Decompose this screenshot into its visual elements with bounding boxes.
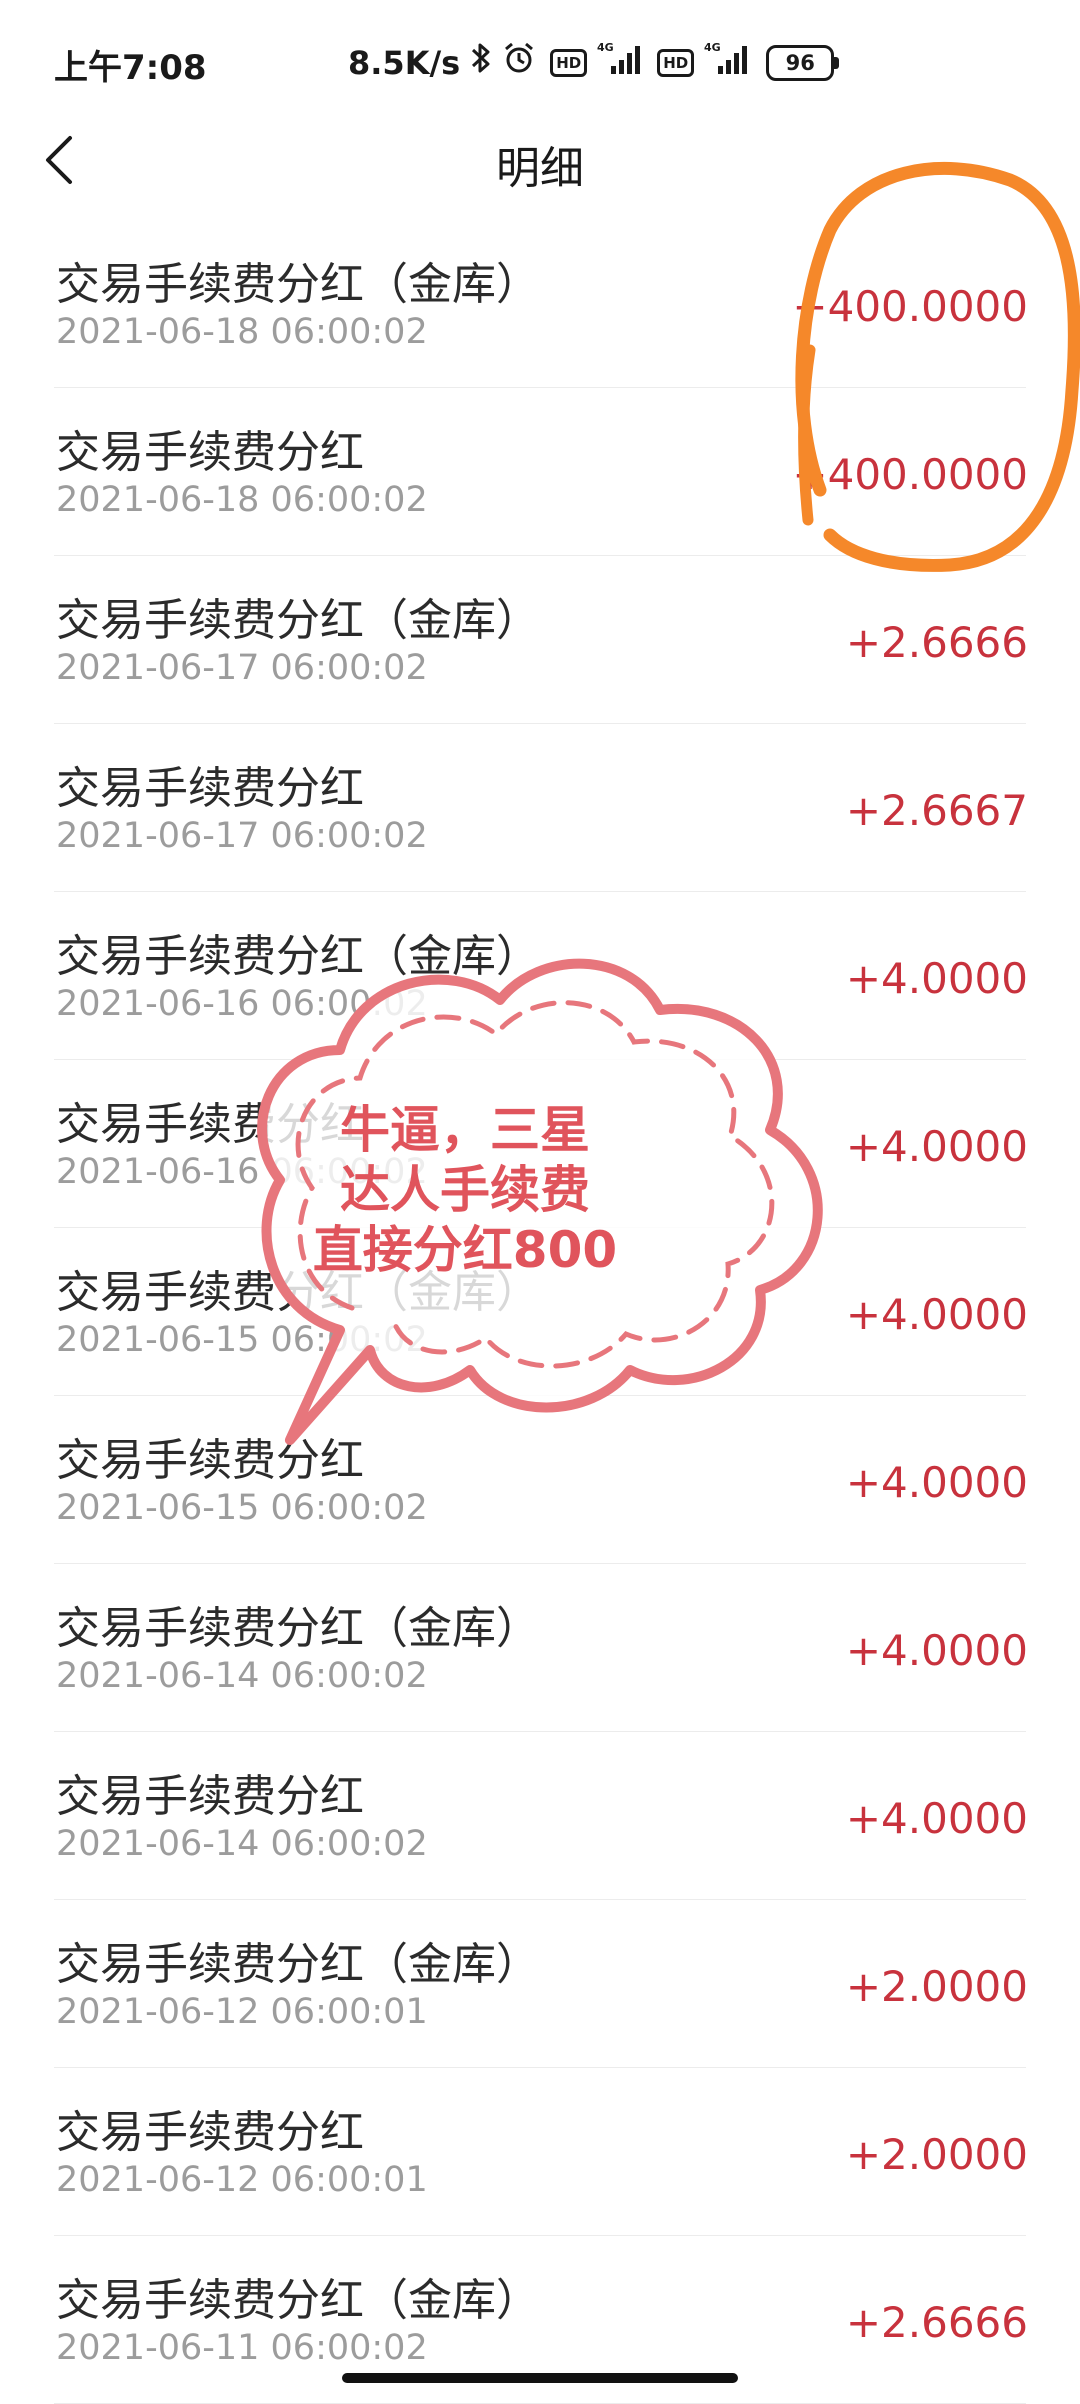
- list-item[interactable]: 交易手续费分红（金库） 2021-06-14 06:00:02 +4.0000: [54, 1564, 1028, 1732]
- transaction-time: 2021-06-12 06:00:01: [56, 2160, 428, 2200]
- transaction-amount: +2.0000: [845, 2129, 1028, 2179]
- transaction-amount: +2.6666: [845, 617, 1028, 667]
- transaction-list: 交易手续费分红（金库） 2021-06-18 06:00:02 +400.000…: [0, 220, 1080, 2404]
- transaction-title: 交易手续费分红（金库）: [56, 2275, 540, 2326]
- transaction-amount: +2.6667: [845, 785, 1028, 835]
- transaction-time: 2021-06-15 06:00:02: [56, 1320, 428, 1360]
- list-item[interactable]: 交易手续费分红 2021-06-12 06:00:01 +2.0000: [54, 2068, 1028, 2236]
- list-item[interactable]: 交易手续费分红（金库） 2021-06-17 06:00:02 +2.6666: [54, 556, 1028, 724]
- battery-tip: [834, 56, 840, 69]
- list-item[interactable]: 交易手续费分红（金库） 2021-06-12 06:00:01 +2.0000: [54, 1900, 1028, 2068]
- battery-level: 96: [766, 44, 835, 81]
- sticker-line: 直接分红800: [312, 1221, 618, 1279]
- network-label: 4G: [704, 41, 721, 54]
- transaction-time: 2021-06-14 06:00:02: [56, 1824, 428, 1864]
- transaction-title: 交易手续费分红（金库）: [56, 1603, 540, 1654]
- status-time: 上午7:08: [54, 48, 207, 88]
- transaction-title: 交易手续费分红: [56, 1771, 364, 1822]
- transaction-amount: +400.0000: [792, 449, 1028, 499]
- transaction-title: 交易手续费分红: [56, 763, 364, 814]
- transaction-amount: +4.0000: [845, 1457, 1028, 1507]
- transaction-title: 交易手续费分红（金库）: [56, 259, 540, 310]
- hd-badge: HD: [657, 48, 695, 77]
- transaction-time: 2021-06-18 06:00:02: [56, 480, 428, 520]
- transaction-time: 2021-06-18 06:00:02: [56, 312, 428, 352]
- transaction-time: 2021-06-14 06:00:02: [56, 1656, 428, 1696]
- bluetooth-icon: [470, 41, 492, 84]
- status-icons: 8.5K/s HD 4G HD 4G 96: [348, 40, 840, 85]
- transaction-amount: +4.0000: [845, 1793, 1028, 1843]
- alarm-icon: [502, 41, 536, 84]
- transaction-time: 2021-06-15 06:00:02: [56, 1488, 428, 1528]
- transaction-amount: +400.0000: [792, 281, 1028, 331]
- network-label: 4G: [597, 41, 614, 54]
- transaction-title: 交易手续费分红: [56, 2107, 364, 2158]
- sticker-line: 达人手续费: [340, 1161, 590, 1219]
- signal-4g-icon: 4G: [597, 40, 643, 85]
- list-item[interactable]: 交易手续费分红（金库） 2021-06-18 06:00:02 +400.000…: [54, 220, 1028, 388]
- network-speed: 8.5K/s: [348, 43, 461, 82]
- transaction-amount: +2.0000: [845, 1961, 1028, 2011]
- sticker-text: 牛逼，三星 达人手续费 直接分红800: [230, 1100, 700, 1280]
- list-item[interactable]: 交易手续费分红 2021-06-14 06:00:02 +4.0000: [54, 1732, 1028, 1900]
- transaction-amount: +4.0000: [845, 1121, 1028, 1171]
- transaction-title: 交易手续费分红: [56, 427, 364, 478]
- list-item[interactable]: 交易手续费分红 2021-06-17 06:00:02 +2.6667: [54, 724, 1028, 892]
- transaction-title: 交易手续费分红: [56, 1435, 364, 1486]
- list-item[interactable]: 交易手续费分红 2021-06-18 06:00:02 +400.0000: [54, 388, 1028, 556]
- app-header: 明细: [0, 110, 1080, 210]
- transaction-time: 2021-06-11 06:00:02: [56, 2328, 428, 2368]
- transaction-amount: +4.0000: [845, 1289, 1028, 1339]
- transaction-amount: +4.0000: [845, 953, 1028, 1003]
- list-item[interactable]: 交易手续费分红（金库） 2021-06-16 06:00:02 +4.0000: [54, 892, 1028, 1060]
- transaction-time: 2021-06-12 06:00:01: [56, 1992, 428, 2032]
- transaction-title: 交易手续费分红（金库）: [56, 595, 540, 646]
- list-item[interactable]: 交易手续费分红 2021-06-15 06:00:02 +4.0000: [54, 1396, 1028, 1564]
- home-indicator[interactable]: [342, 2373, 738, 2383]
- transaction-time: 2021-06-17 06:00:02: [56, 816, 428, 856]
- transaction-amount: +2.6666: [845, 2297, 1028, 2347]
- transaction-title: 交易手续费分红（金库）: [56, 931, 540, 982]
- transaction-time: 2021-06-17 06:00:02: [56, 648, 428, 688]
- battery-indicator: 96: [766, 44, 840, 81]
- signal-4g-icon: 4G: [704, 40, 750, 85]
- sticker-line: 牛逼，三星: [340, 1101, 590, 1159]
- page-title: 明细: [496, 143, 584, 194]
- transaction-title: 交易手续费分红（金库）: [56, 1939, 540, 1990]
- hd-badge: HD: [550, 48, 588, 77]
- transaction-amount: +4.0000: [845, 1625, 1028, 1675]
- transaction-time: 2021-06-16 06:00:02: [56, 984, 428, 1024]
